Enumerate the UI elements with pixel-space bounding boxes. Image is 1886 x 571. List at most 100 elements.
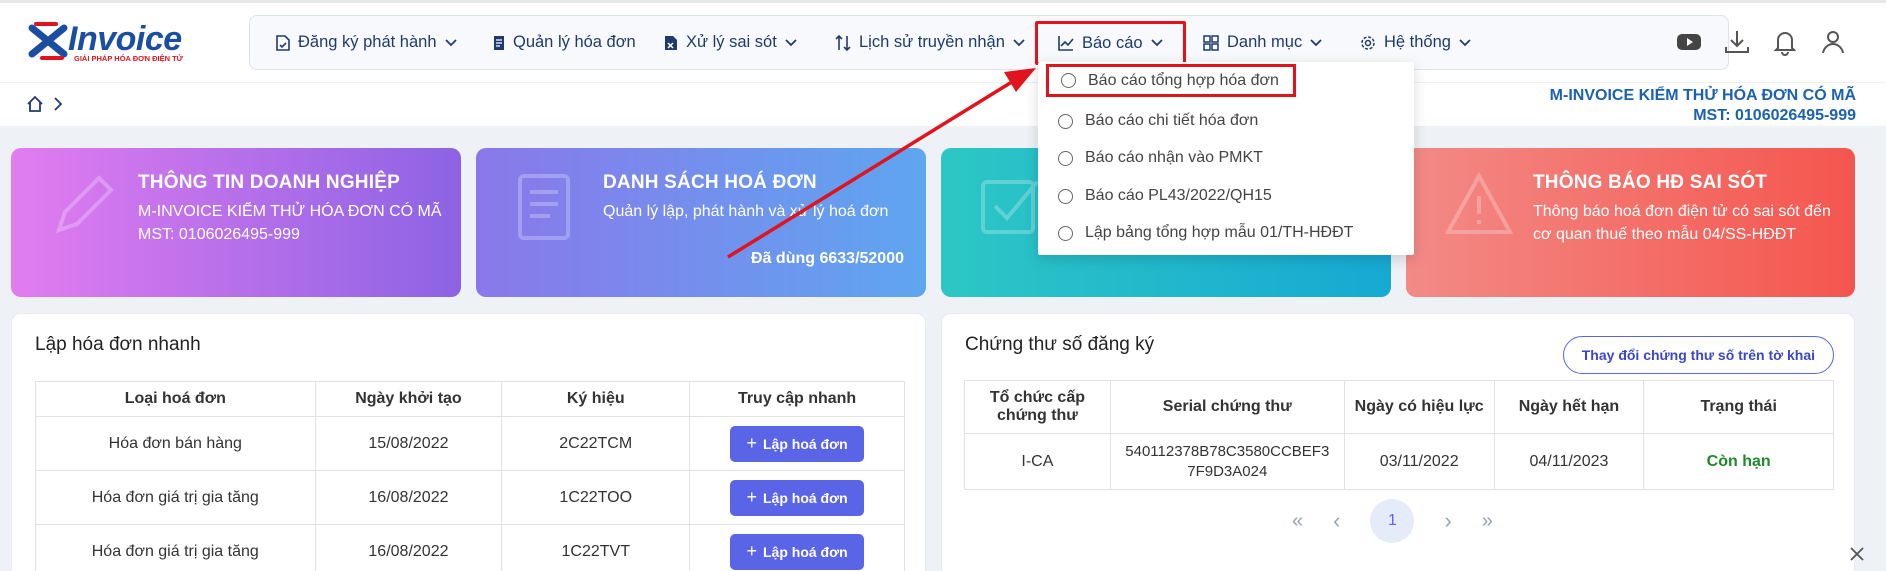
book-icon [518,174,570,240]
cell-action: + Lập hoá đơn [689,524,905,571]
button-label: Lập hoá đơn [763,435,848,452]
gear-icon [1361,35,1375,50]
table-row: I-CA 540112378B78C3580CCBEF3 7F9D3A024 0… [964,433,1834,490]
bell-icon[interactable] [1771,28,1799,56]
button-label: Lập hoá đơn [763,543,848,560]
table-row: Hóa đơn giá trị gia tăng 16/08/2022 1C22… [35,470,905,525]
button-label: Lập hoá đơn [763,489,848,506]
create-invoice-button[interactable]: + Lập hoá đơn [730,479,865,516]
menu-item-bao-cao-pl43[interactable]: Báo cáo PL43/2022/QH15 [1058,183,1272,209]
card-line: MST: 0106026495-999 [138,226,300,243]
nav-quan-ly-hoa-don[interactable]: Quản lý hóa đơn [493,16,636,69]
cell-type: Hóa đơn giá trị gia tăng [35,470,316,525]
cell-date: 16/08/2022 [314,470,503,525]
nav-bao-cao[interactable]: Báo cáo [1035,21,1186,65]
nav-label: Quản lý hóa đơn [513,33,636,51]
col-header: Ngày hết hạn [1493,380,1645,434]
cell-type: Hóa đơn bán hàng [35,416,316,471]
company-name: M-INVOICE KIỂM THỬ HÓA ĐƠN CÓ MÃ [1549,87,1856,104]
first-page-button[interactable]: « [1292,510,1303,533]
chevron-down-icon [1310,38,1322,46]
prev-page-button[interactable]: ‹ [1333,508,1340,534]
nav-xu-ly-sai-sot[interactable]: Xử lý sai sót [664,16,797,69]
card-title: THÔNG BÁO HĐ SAI SÓT [1533,172,1768,193]
main-nav: Đăng ký phát hành Quản lý hóa đơn Xử lý … [249,15,1729,70]
card-error-notice[interactable]: THÔNG BÁO HĐ SAI SÓT Thông báo hoá đơn đ… [1406,148,1855,297]
cell-org: I-CA [964,433,1111,490]
col-header: Loại hoá đơn [35,381,316,417]
radio-icon [1058,225,1073,241]
nav-label: Danh mục [1227,33,1303,51]
certificate-table: Tổ chức cấp chứng thư Serial chứng thư N… [964,380,1834,490]
radio-icon [1058,113,1073,129]
chevron-down-icon [1150,39,1163,47]
menu-item-label: Báo cáo PL43/2022/QH15 [1085,187,1272,204]
last-page-button[interactable]: » [1482,510,1493,533]
cell-code: 2C22TCM [501,416,691,471]
create-invoice-button[interactable]: + Lập hoá đơn [730,533,865,570]
brand-tagline: GIẢI PHÁP HÓA ĐƠN ĐIỆN TỬ [74,54,183,63]
radio-icon [1058,188,1073,204]
download-icon[interactable] [1723,28,1751,56]
warning-icon [1444,172,1514,234]
chevron-down-icon [1459,38,1471,46]
card-line: M-INVOICE KIỂM THỬ HÓA ĐƠN CÓ MÃ [138,203,442,220]
card-company-info[interactable]: THÔNG TIN DOANH NGHIỆP M-INVOICE KIỂM TH… [11,148,461,297]
chevron-down-icon [785,38,797,46]
col-header: Ký hiệu [501,381,691,417]
col-header: Ngày có hiệu lực [1343,380,1495,434]
card-subtitle: Quản lý lập, phát hành và xử lý hoá đơn [603,203,889,220]
home-icon[interactable] [26,95,44,113]
radio-icon [1058,150,1073,166]
change-certificate-button[interactable]: Thay đổi chứng thư số trên tờ khai [1562,336,1834,374]
table-row: Hóa đơn giá trị gia tăng 16/08/2022 1C22… [35,524,905,571]
menu-item-bao-cao-tong-hop[interactable]: Báo cáo tổng hợp hóa đơn [1046,64,1296,97]
nav-label: Lịch sử truyền nhận [859,33,1005,51]
transfer-icon [835,34,851,51]
serial-line: 7F9D3A024 [1187,462,1268,480]
close-icon[interactable] [1849,546,1865,562]
card-invoice-list[interactable]: DANH SÁCH HOÁ ĐƠN Quản lý lập, phát hành… [476,148,926,297]
col-header: Serial chứng thư [1109,380,1345,434]
menu-item-label: Báo cáo chi tiết hóa đơn [1085,112,1259,129]
company-mst: MST: 0106026495-999 [1693,107,1856,124]
cell-type: Hóa đơn giá trị gia tăng [35,524,316,571]
nav-label: Xử lý sai sót [686,33,777,51]
col-header: Ngày khởi tạo [314,381,503,417]
cell-from: 03/11/2022 [1343,433,1495,490]
table-row: Hóa đơn bán hàng 15/08/2022 2C22TCM + Lập… [35,416,905,471]
panel-title: Chứng thư số đăng ký [965,334,1155,355]
nav-dang-ky-phat-hanh[interactable]: Đăng ký phát hành [276,16,457,69]
chevron-right-icon [54,97,62,111]
certificate-panel: Chứng thư số đăng ký Thay đổi chứng thư … [941,313,1855,571]
card-subtitle: M-INVOICE KIỂM THỬ HÓA ĐƠN CÓ MÃ MST: 01… [138,200,442,246]
plus-icon: + [746,487,757,507]
cell-date: 15/08/2022 [314,416,503,471]
next-page-button[interactable]: › [1444,508,1451,534]
col-header: Tổ chức cấp chứng thư [964,380,1111,434]
menu-item-label: Báo cáo tổng hợp hóa đơn [1088,71,1279,89]
menu-item-bao-cao-nhan-vao-pmkt[interactable]: Báo cáo nhận vào PMKT [1058,145,1263,171]
report-dropdown-menu: Báo cáo tổng hợp hóa đơn Báo cáo chi tiế… [1038,62,1414,255]
user-icon[interactable] [1819,28,1847,56]
brand-logo[interactable]: Invoice GIẢI PHÁP HÓA ĐƠN ĐIỆN TỬ [26,18,206,66]
create-invoice-button[interactable]: + Lập hoá đơn [730,425,865,462]
serial-line: 540112378B78C3580CCBEF3 [1125,442,1330,460]
nav-label: Đăng ký phát hành [298,33,437,51]
card-title: DANH SÁCH HOÁ ĐƠN [603,172,817,193]
menu-item-lap-bang-tong-hop[interactable]: Lập bảng tổng hợp mẫu 01/TH-HĐĐT [1058,220,1353,246]
radio-icon [1061,73,1076,88]
menu-item-label: Báo cáo nhận vào PMKT [1085,149,1263,166]
logo-mark-icon [28,22,68,60]
page-button-current[interactable]: 1 [1370,499,1415,543]
card-title: THÔNG TIN DOANH NGHIỆP [138,172,400,193]
youtube-icon[interactable] [1675,28,1703,56]
nav-label: Báo cáo [1082,33,1143,52]
cell-action: + Lập hoá đơn [689,416,905,471]
menu-item-bao-cao-chi-tiet[interactable]: Báo cáo chi tiết hóa đơn [1058,108,1258,134]
col-header: Truy cập nhanh [689,381,905,417]
nav-label: Hệ thống [1384,33,1451,51]
grid-icon [1203,34,1219,51]
nav-lich-su-truyen-nhan[interactable]: Lịch sử truyền nhận [835,16,1025,69]
cell-action: + Lập hoá đơn [689,470,905,525]
